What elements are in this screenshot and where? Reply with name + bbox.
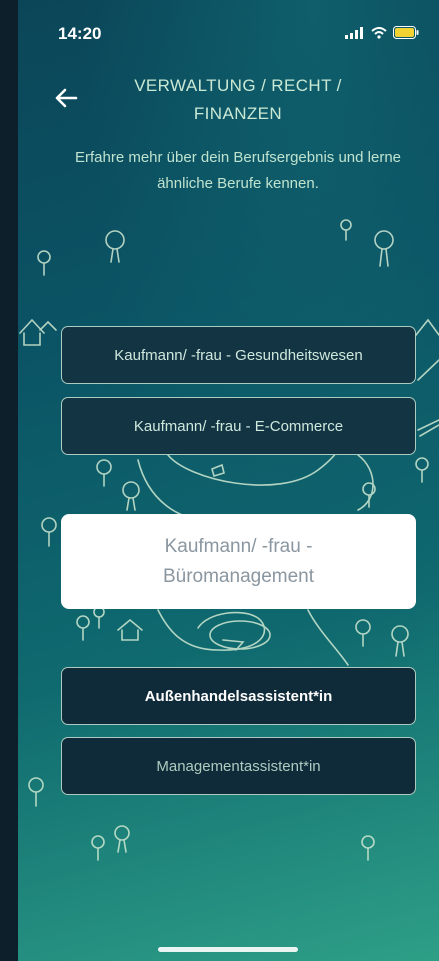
option-bueromanagement-label: Kaufmann/ -frau - Büromanagement <box>162 535 315 587</box>
status-bar: 14:20 <box>18 0 439 62</box>
home-indicator <box>158 947 298 952</box>
option-gesundheitswesen[interactable]: Kaufmann/ -frau - Gesundheitswesen <box>61 326 416 384</box>
wifi-icon <box>371 26 387 39</box>
option-managementassistent[interactable]: Managementassistent*in <box>61 737 416 795</box>
option-aussenhandelsassistent[interactable]: Außenhandelsassistent*in <box>61 667 416 725</box>
battery-icon <box>393 26 419 39</box>
signal-icon <box>345 26 363 39</box>
app-screen: 14:20 VERWALTUNG / RECHT / FINANZEN Erfa… <box>18 0 439 961</box>
status-icons <box>345 26 419 39</box>
page-title: VERWALTUNG / RECHT / FINANZEN <box>134 76 342 123</box>
left-edge <box>0 0 18 961</box>
screen-frame: 14:20 VERWALTUNG / RECHT / FINANZEN Erfa… <box>0 0 439 961</box>
page-subtitle: Erfahre mehr über dein Berufsergebnis un… <box>74 149 402 192</box>
arrow-left-icon[interactable] <box>52 84 80 112</box>
option-bueromanagement-selected[interactable]: Kaufmann/ -frau - Büromanagement <box>61 514 416 609</box>
status-time: 14:20 <box>58 24 102 43</box>
option-e-commerce[interactable]: Kaufmann/ -frau - E-Commerce <box>61 397 416 455</box>
